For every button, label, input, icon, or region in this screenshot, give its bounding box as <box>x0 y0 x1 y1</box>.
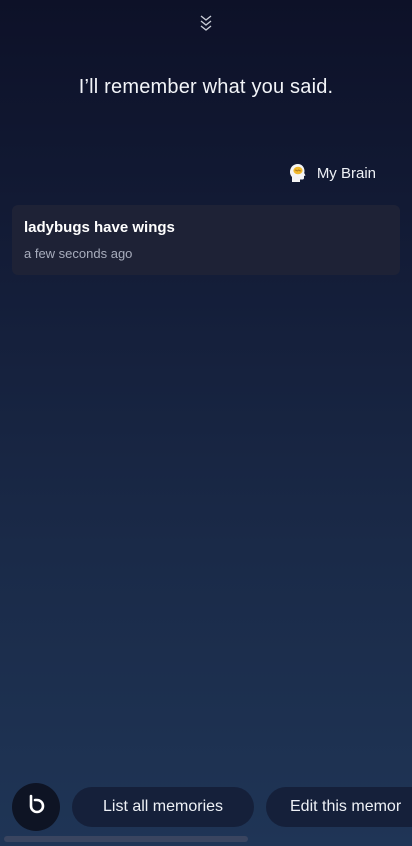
horizontal-scrollbar[interactable] <box>4 836 248 842</box>
bixby-button[interactable] <box>12 783 60 831</box>
double-chevron-down-icon[interactable] <box>198 12 214 34</box>
suggestion-bar: List all memories Edit this memor <box>0 783 412 831</box>
memory-card[interactable]: ladybugs have wings a few seconds ago <box>12 205 400 275</box>
memory-timestamp: a few seconds ago <box>24 246 133 261</box>
edit-this-memory-chip[interactable]: Edit this memor <box>266 787 412 827</box>
my-brain-link[interactable]: My Brain <box>287 160 376 186</box>
my-brain-label: My Brain <box>316 164 376 182</box>
memory-text: ladybugs have wings <box>24 219 175 236</box>
bixby-b-icon <box>24 793 48 822</box>
list-all-memories-chip[interactable]: List all memories <box>72 787 254 827</box>
page-title: I’ll remember what you said. <box>78 76 334 98</box>
brain-head-icon <box>287 162 309 184</box>
